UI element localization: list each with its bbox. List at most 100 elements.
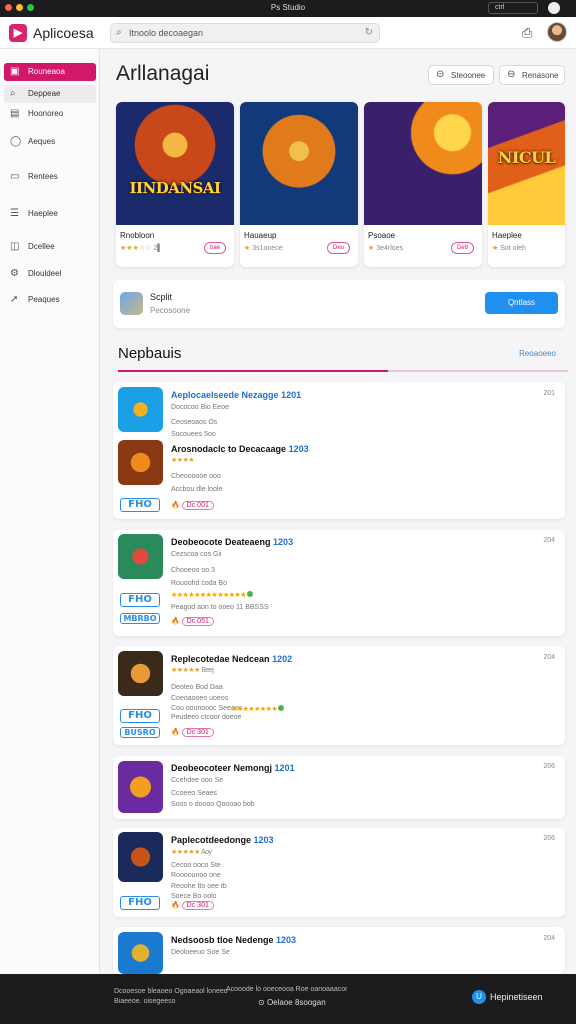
platform-badge: FHO [120, 709, 160, 723]
sort-button[interactable]: ⊖ Renasone [499, 65, 565, 85]
sidebar-item-1[interactable]: ⌕ Deppeae [4, 85, 96, 103]
notification-icon[interactable]: ⎙ [522, 25, 532, 41]
list-card[interactable]: Aeplocaelseede Nezagge 1201 201 Dococoo … [113, 382, 565, 519]
app-meta: Soece Bo oolo [171, 893, 217, 900]
featured-card[interactable]: IINDANSAI Rnobloon ★★★☆☆ 2▌ bae [116, 102, 234, 267]
filter-button[interactable]: ⊝ Steoonee [428, 65, 494, 85]
list-card[interactable]: Replecotedae Nedcean 1202 204 ★★★★★ Beej… [113, 646, 565, 745]
sort-button-label: Renasone [522, 71, 559, 80]
app-title[interactable]: Nedsoosb tloe Nedenge 1203 [171, 935, 296, 945]
reload-icon[interactable]: ↻ [365, 27, 373, 38]
featured-card[interactable]: NICUL Haeplee ★ Sot oleh [488, 102, 565, 267]
star-rating: ★★★★★★★★★★★★★ [171, 591, 254, 599]
sidebar-item-label: Aeques [28, 137, 56, 146]
featured-badge[interactable]: bae [203, 242, 226, 254]
app-title[interactable]: Deobeocoteer Nemongj 1201 [171, 763, 295, 773]
star-rating: ★★★★★ Aoy [171, 848, 212, 856]
main-content: Arllanagai ⊝ Steoonee ⊖ Renasone IINDANSAI… [101, 49, 576, 974]
price-pill: Dc 301 [181, 901, 214, 910]
avatar[interactable] [547, 22, 567, 42]
sidebar-item-5[interactable]: ☰ Haeplee [4, 205, 96, 223]
featured-art: NICUL [488, 102, 565, 225]
app-year: 1203 [273, 537, 294, 547]
sidebar-item-6[interactable]: ◫ Dcellee [4, 238, 96, 256]
filter-button-label: Steoonee [451, 71, 486, 80]
sidebar-item-label: Deppeae [28, 89, 61, 98]
featured-badge[interactable]: De9 [450, 242, 474, 254]
list-card[interactable]: Paplecotdeedonge 1203 206 ★★★★★ Aoy Ceco… [113, 828, 565, 917]
update-card: Scplit Pecosoone Qntlass [113, 280, 565, 328]
app-title[interactable]: Replecotedae Nedcean 1202 [171, 654, 292, 664]
star-rating-text: ★★★★★ [171, 849, 200, 856]
featured-rating: ★ Sot oleh [492, 244, 526, 252]
list-card[interactable]: Deobeocoteer Nemongj 1201 206 Ccehdee oo… [113, 756, 565, 819]
app-meta: Cezscoa cos Gii [171, 551, 222, 558]
bottom-link[interactable]: ⊙ Oelaoe 8soogan [258, 998, 326, 1007]
app-title-text: Nedsoosb tloe Nedenge [171, 935, 274, 945]
app-meta: Roooounoo one [171, 872, 221, 879]
star-rating: ★★★★★★★★ [231, 705, 285, 713]
star-rating: ★★★★ [171, 457, 195, 464]
app-title[interactable]: Deobeocote Deateaeng 1203 [171, 537, 293, 547]
help-icon[interactable]: U [472, 990, 486, 1004]
section-link[interactable]: Reoaoeeo [519, 349, 556, 358]
sidebar-item-8[interactable]: ➚ Peaques [4, 291, 96, 309]
sidebar-item-2[interactable]: ▤ Hoonoreo [4, 105, 96, 123]
app-icon [120, 292, 143, 315]
account-icon[interactable] [548, 2, 560, 14]
window-pill[interactable]: ctrl [488, 2, 538, 14]
price-badge[interactable]: 🔥 Dc 051 [171, 617, 214, 626]
bag-icon: ◫ [10, 241, 20, 252]
app-icon [118, 440, 163, 485]
featured-name: Rnobloon [120, 231, 155, 240]
app-title[interactable]: Paplecotdeedonge 1203 [171, 835, 274, 845]
app-meta: Deoteo Bod Daa [171, 684, 223, 691]
sidebar-item-3[interactable]: ◯ Aeques [4, 133, 96, 151]
featured-card[interactable]: Hauaeup ★ 3s1ooece Deo [240, 102, 358, 267]
sidebar-item-7[interactable]: ⚙ Dlouldeel [4, 265, 96, 283]
featured-name: Haeplee [492, 231, 522, 240]
app-meta: Coeoaooeo uoeos [171, 695, 229, 702]
sidebar-item-label: Rouneaoa [28, 67, 65, 76]
window-titlebar: Ps Studio ctrl [0, 0, 576, 17]
app-year: 1203 [288, 444, 309, 454]
featured-badge[interactable]: Deo [326, 242, 350, 254]
price-badge[interactable]: 🔥 Dc 301 [171, 901, 214, 910]
list-icon: ☰ [10, 208, 19, 219]
app-meta: Rouoohd coda Bo [171, 580, 228, 587]
sidebar-item-0[interactable]: ▣ Rouneaoa [4, 63, 96, 81]
price-pill: Dc 001 [181, 501, 214, 510]
list-date: 204 [543, 537, 555, 544]
app-meta: Peagod aon to ooeo 11 BBSSS [171, 604, 269, 611]
bottom-link-text: Oelaoe 8soogan [266, 998, 326, 1007]
list-card[interactable]: Nedsoosb tloe Nedenge 1203 204 Deoloeeuo… [113, 927, 565, 974]
star-rating-text: ★★★★★★★★★★★★★ [171, 592, 247, 599]
install-button[interactable]: Qntlass [485, 292, 558, 314]
app-icon [118, 534, 163, 579]
price-badge[interactable]: 🔥 Dc 301 [171, 728, 214, 737]
search-input[interactable]: ⌕ Itnoolo decoaegan ↻ [110, 23, 380, 43]
featured-card[interactable]: Psoaoe ★ 3e4rloes De9 [364, 102, 482, 267]
featured-name: Psoaoe [368, 231, 396, 240]
sidebar-item-label: Rentees [28, 172, 58, 181]
sidebar-item-label: Haeplee [28, 209, 58, 218]
app-meta: Cheoooooe ooo [171, 473, 221, 480]
sidebar-item-label: Peaques [28, 295, 60, 304]
bottom-right-label[interactable]: Hepinetiseen [490, 992, 543, 1002]
featured-extra: 3e4rloes [376, 245, 404, 252]
app-icon [118, 651, 163, 696]
price-badge[interactable]: 🔥 Dc 001 [171, 501, 214, 510]
list-card[interactable]: Deobeocote Deateaeng 1203 204 Cezscoa co… [113, 530, 565, 636]
app-title-text: Aeplocaelseede Nezagge [171, 390, 279, 400]
app-title[interactable]: Arosnodaclc to Decacaage 1203 [171, 444, 309, 454]
platform-badge: FHO [120, 593, 160, 607]
featured-art: IINDANSAI [116, 102, 234, 225]
bottom-text: Biaeeoe. oisegeeso [114, 998, 176, 1005]
star-rating-text: ★★★★★★★★ [231, 706, 278, 713]
app-icon [118, 761, 163, 813]
featured-rating: ★★★☆☆ 2▌ [120, 244, 162, 252]
sidebar-item-label: Hoonoreo [28, 109, 64, 118]
app-title[interactable]: Aeplocaelseede Nezagge 1201 [171, 390, 301, 400]
platform-badge: MBRBO [120, 613, 160, 624]
sidebar-item-4[interactable]: ▭ Rentees [4, 168, 96, 186]
